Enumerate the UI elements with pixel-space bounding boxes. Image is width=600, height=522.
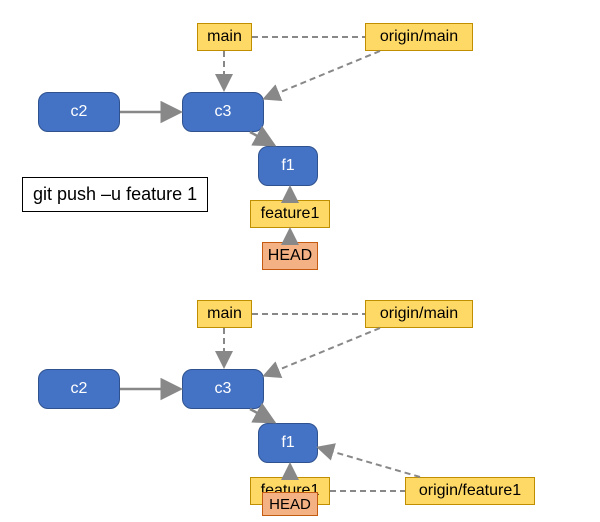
- commit-c2-top: c2: [38, 92, 120, 132]
- head-bottom: HEAD: [262, 492, 318, 516]
- commit-c3-bottom: c3: [182, 369, 264, 409]
- commit-c2-bottom: c2: [38, 369, 120, 409]
- commit-f1-top: f1: [258, 146, 318, 186]
- commit-c3-top: c3: [182, 92, 264, 132]
- arrows-top: [0, 0, 600, 280]
- branch-main-top: main: [197, 23, 252, 51]
- remote-origin-main-bottom: origin/main: [365, 300, 473, 328]
- commit-f1-bottom: f1: [258, 423, 318, 463]
- branch-feature1-top: feature1: [250, 200, 330, 228]
- remote-origin-main-top: origin/main: [365, 23, 473, 51]
- head-top: HEAD: [262, 242, 318, 270]
- remote-origin-feature1-bottom: origin/feature1: [405, 477, 535, 505]
- branch-main-bottom: main: [197, 300, 252, 328]
- git-command: git push –u feature 1: [22, 177, 208, 212]
